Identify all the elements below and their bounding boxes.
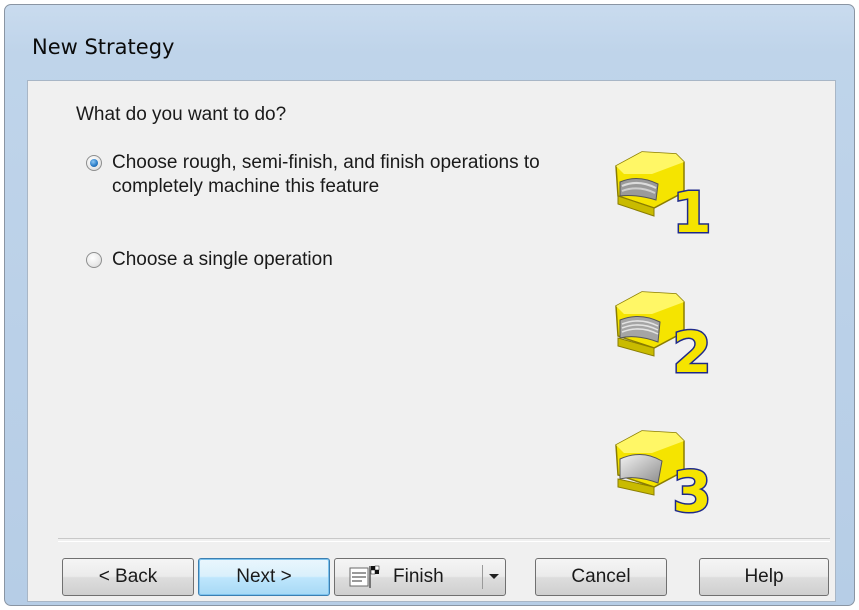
stage-1-number: 1 xyxy=(673,181,712,240)
next-button[interactable]: Next > xyxy=(198,558,330,596)
radio-single-operation[interactable] xyxy=(86,252,102,268)
question-label: What do you want to do? xyxy=(76,104,287,125)
help-button[interactable]: Help xyxy=(699,558,829,596)
stage-3-number: 3 xyxy=(673,460,712,519)
finish-split-button[interactable]: Finish xyxy=(334,558,506,596)
dialog-content: What do you want to do? Choose rough, se… xyxy=(27,80,836,602)
stage-3-icon: 3 xyxy=(615,430,713,519)
new-strategy-dialog: New Strategy What do you want to do? Cho… xyxy=(4,4,855,606)
stage-2-number: 2 xyxy=(673,321,712,380)
cancel-button[interactable]: Cancel xyxy=(535,558,667,596)
button-separator xyxy=(58,538,830,542)
option-single-operation[interactable]: Choose a single operation xyxy=(86,248,333,272)
option-full-machining[interactable]: Choose rough, semi-finish, and finish op… xyxy=(86,151,546,199)
title-bar[interactable]: New Strategy xyxy=(5,5,854,85)
radio-full-machining[interactable] xyxy=(86,155,102,171)
stage-1-icon: 1 xyxy=(615,151,713,240)
stage-2-icon: 2 xyxy=(615,291,713,380)
finish-button-label: Finish xyxy=(393,566,444,587)
option-full-machining-label: Choose rough, semi-finish, and finish op… xyxy=(112,152,540,197)
dialog-title: New Strategy xyxy=(32,35,175,59)
option-single-operation-label: Choose a single operation xyxy=(112,249,333,270)
chevron-down-icon[interactable] xyxy=(489,574,499,579)
finish-flag-icon xyxy=(349,565,380,588)
back-button[interactable]: < Back xyxy=(62,558,194,596)
finish-split-divider xyxy=(482,565,483,589)
